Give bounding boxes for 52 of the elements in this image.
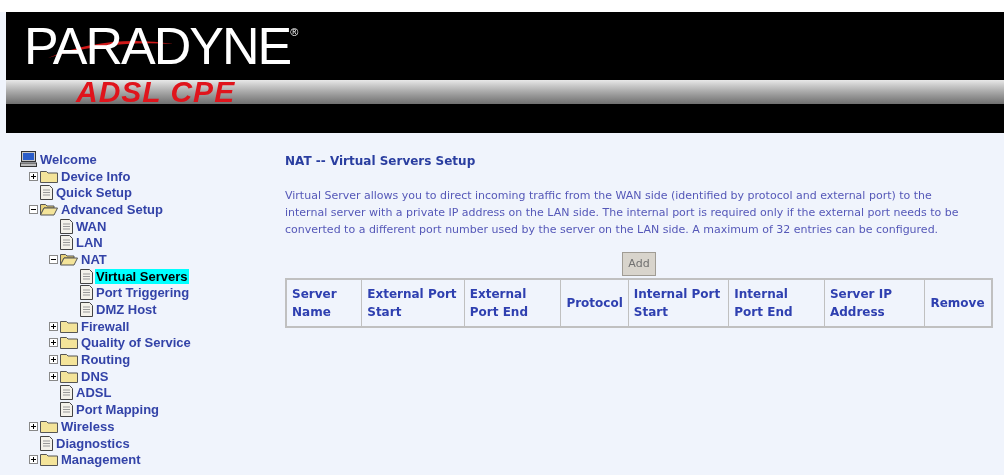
tree-item[interactable]: ADSL — [75, 385, 113, 401]
expand-icon[interactable] — [48, 355, 58, 365]
folder-icon — [40, 169, 58, 183]
expand-icon[interactable] — [48, 338, 58, 348]
folder-icon — [40, 419, 58, 433]
tree-item[interactable]: NAT — [80, 251, 108, 267]
expand-icon[interactable] — [28, 421, 38, 431]
tree-item[interactable]: Quality of Service — [80, 335, 192, 351]
document-icon — [60, 402, 73, 418]
document-icon — [40, 185, 53, 201]
tree-item[interactable]: DNS — [80, 368, 110, 384]
page-title: NAT -- Virtual Servers Setup — [285, 153, 477, 170]
computer-icon — [20, 151, 37, 168]
document-icon — [60, 218, 73, 234]
document-icon — [80, 302, 93, 318]
expand-icon[interactable] — [28, 455, 38, 465]
folder-icon — [40, 453, 58, 467]
tree-item[interactable]: Management — [60, 452, 142, 468]
folder-icon — [60, 319, 78, 333]
expand-icon[interactable] — [28, 171, 38, 181]
tree-item[interactable]: Routing — [80, 352, 132, 368]
tree-item[interactable]: Virtual Servers — [95, 268, 189, 284]
tree-item[interactable]: Diagnostics — [55, 435, 131, 451]
expand-icon[interactable] — [48, 371, 58, 381]
document-icon — [60, 385, 73, 401]
tree-item[interactable]: Port Mapping — [75, 402, 161, 418]
product-name: ADSL CPE — [76, 76, 236, 108]
expand-icon[interactable] — [48, 321, 58, 331]
open-folder-icon — [40, 202, 58, 216]
description-text: Virtual Server allows you to direct incoming traffic from the WAN side (identified by protocol and external port) to the internal server with a private IP address on the LAN side. The internal port is required only if the external port needs to be converted to a different port number used by the server on the LAN side. A maximum of 32 entries can be configured. — [285, 188, 960, 238]
tree-item[interactable]: Firewall — [80, 318, 131, 334]
tree-item[interactable]: Quick Setup — [55, 185, 133, 201]
registered-mark: ® — [290, 25, 299, 38]
tree-item[interactable]: DMZ Host — [95, 302, 158, 318]
folder-icon — [60, 369, 78, 383]
tree-item[interactable]: WAN — [75, 218, 108, 234]
collapse-icon[interactable] — [28, 204, 38, 214]
tree-item[interactable]: Port Triggering — [95, 285, 191, 301]
brand-logo: PARADYNE — [24, 16, 291, 76]
folder-icon — [60, 336, 78, 350]
tree-item[interactable]: Advanced Setup — [60, 201, 164, 217]
open-folder-icon — [60, 252, 78, 266]
folder-icon — [60, 353, 78, 367]
tree-item[interactable]: LAN — [75, 235, 104, 251]
document-icon — [80, 268, 93, 284]
tree-item[interactable]: Welcome — [39, 151, 98, 167]
tree-item[interactable]: Device Info — [60, 168, 132, 184]
collapse-icon[interactable] — [48, 254, 58, 264]
tree-item[interactable]: Wireless — [60, 418, 116, 434]
document-icon — [40, 435, 53, 451]
document-icon — [60, 235, 73, 251]
document-icon — [80, 285, 93, 301]
